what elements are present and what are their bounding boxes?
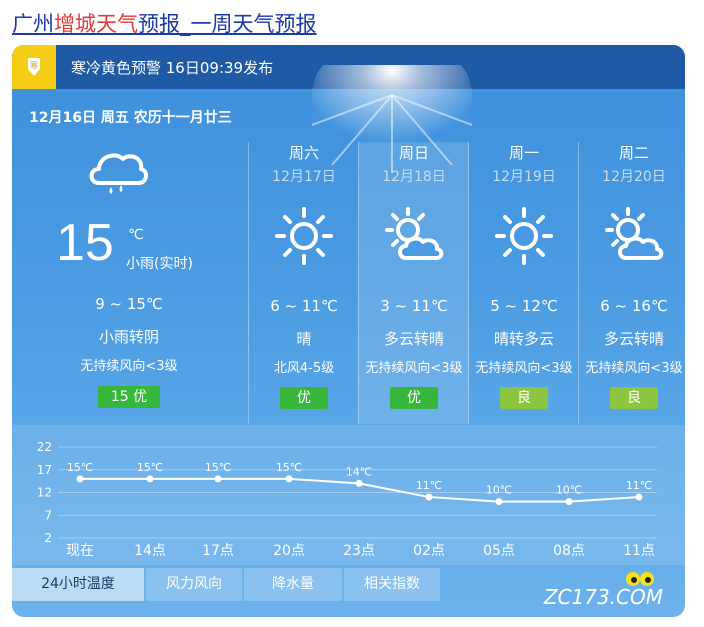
x-tick-label: 17点 [202, 543, 234, 559]
temperature-point [635, 493, 643, 501]
day-weather: 多云转晴 [383, 330, 444, 348]
temperature-data-label: 15℃ [276, 461, 302, 474]
title-district: 增城天气 [54, 12, 138, 36]
forecast-day[interactable]: 周日 12月18日 3 ~ 11℃ 多云转晴 无持续风向<3级 优 [358, 142, 469, 424]
day-wind: 无持续风向<3级 [365, 361, 463, 376]
x-tick-label: 11点 [623, 543, 655, 559]
temperature-point [214, 475, 222, 483]
day-temp-range: 6 ~ 16℃ [600, 297, 668, 315]
day-aqi-badge[interactable]: 优 [390, 387, 438, 409]
day-name: 周二 [618, 144, 649, 162]
temperature-data-label: 14℃ [346, 465, 372, 478]
hourly-temperature-chart: 22 17 12 7 2 15℃ 现在 15℃ 14点 15℃ 17点 15℃ 20点 14℃ 23点 11℃… [12, 425, 685, 565]
day-aqi-badge[interactable]: 良 [610, 387, 658, 409]
day-date: 12月18日 [382, 169, 446, 185]
partly-cloudy-icon [385, 207, 444, 260]
day-wind: 北风4-5级 [273, 361, 335, 376]
y-tick-label: 17 [37, 463, 52, 477]
partly-cloudy-icon [605, 207, 664, 260]
day-wind: 无持续风向<3级 [475, 361, 573, 376]
y-tick-label: 2 [44, 531, 52, 545]
tab-precipitation[interactable]: 降水量 [244, 568, 342, 601]
x-tick-label: 02点 [413, 543, 445, 559]
page-title[interactable]: 广州增城天气预报_一周天气预报 [12, 8, 317, 38]
title-suffix: 预报_一周天气预报 [138, 12, 317, 36]
day-name: 周六 [288, 144, 319, 162]
day-wind: 无持续风向<3级 [585, 361, 683, 376]
temperature-point [425, 493, 433, 501]
temperature-point [285, 475, 293, 483]
x-tick-label: 20点 [273, 543, 305, 559]
day-temp-range: 5 ~ 12℃ [490, 297, 558, 315]
y-tick-label: 22 [37, 440, 52, 454]
temperature-data-label: 11℃ [626, 479, 652, 492]
svg-text:寒: 寒 [30, 60, 38, 70]
day-name: 周日 [398, 144, 429, 162]
temperature-chart-svg: 22 17 12 7 2 15℃ 现在 15℃ 14点 15℃ 17点 15℃ 20点 14℃ 23点 11℃… [12, 425, 685, 565]
day-date: 12月20日 [602, 169, 666, 185]
today-wind: 无持续风向<3级 [80, 359, 178, 374]
x-tick-label: 05点 [483, 543, 515, 559]
today-date: 12月16日 周五 农历十一月廿三 [29, 110, 232, 126]
temperature-point [565, 498, 573, 506]
x-tick-label: 23点 [343, 543, 375, 559]
day-aqi-badge[interactable]: 优 [280, 387, 328, 409]
x-tick-label: 14点 [134, 543, 166, 559]
temperature-point [76, 475, 84, 483]
day-weather: 晴转多云 [493, 330, 554, 348]
temperature-data-label: 11℃ [416, 479, 442, 492]
title-city: 广州 [12, 12, 54, 36]
light-rain-icon [89, 153, 148, 194]
temperature-data-label: 15℃ [67, 461, 93, 474]
day-date: 12月17日 [272, 169, 336, 185]
current-condition: 小雨(实时) [126, 256, 193, 272]
day-weather: 晴 [296, 330, 312, 348]
sunny-icon [495, 207, 553, 265]
day-date: 12月19日 [492, 169, 556, 185]
today-weather: 小雨转阴 [98, 328, 159, 346]
day-weather: 多云转晴 [603, 330, 664, 348]
day-temp-range: 3 ~ 11℃ [380, 297, 448, 315]
temperature-point [355, 479, 363, 487]
temperature-data-label: 10℃ [556, 484, 582, 497]
weather-card: 寒 寒冷黄色预警 16日09:39发布 12月16日 周五 农历十一月廿三 15… [12, 45, 685, 617]
temperature-data-label: 15℃ [205, 461, 231, 474]
tab-indices[interactable]: 相关指数 [344, 568, 440, 601]
cold-warning-icon: 寒 [12, 45, 56, 89]
x-tick-label: 08点 [553, 543, 585, 559]
day-name: 周一 [508, 144, 539, 162]
temperature-data-label: 15℃ [137, 461, 163, 474]
temperature-data-label: 10℃ [486, 484, 512, 497]
y-tick-label: 12 [37, 486, 52, 500]
current-temperature: 15 [56, 214, 114, 272]
alert-bar[interactable]: 寒 寒冷黄色预警 16日09:39发布 [12, 45, 685, 89]
tab-wind[interactable]: 风力风向 [146, 568, 242, 601]
forecast-day[interactable]: 周一 12月19日 5 ~ 12℃ 晴转多云 无持续风向<3级 良 [468, 142, 579, 424]
tab-24h-temperature[interactable]: 24小时温度 [12, 568, 144, 601]
temperature-unit: ℃ [128, 227, 144, 243]
y-tick-label: 7 [44, 508, 52, 522]
sunny-icon [275, 207, 333, 265]
today-aqi-badge[interactable]: 15 优 [98, 386, 160, 408]
watermark-logo: ZC173.COM [543, 585, 663, 609]
x-tick-label: 现在 [66, 543, 94, 559]
alert-text: 寒冷黄色预警 16日09:39发布 [71, 59, 274, 77]
forecast-day[interactable]: 周六 12月17日 6 ~ 11℃ 晴 北风4-5级 优 [248, 142, 359, 424]
temperature-point [146, 475, 154, 483]
forecast-day[interactable]: 周二 12月20日 6 ~ 16℃ 多云转晴 无持续风向<3级 良 [578, 142, 685, 424]
temperature-point [495, 498, 503, 506]
day-aqi-badge[interactable]: 良 [500, 387, 548, 409]
day-temp-range: 6 ~ 11℃ [270, 297, 338, 315]
today-temp-range: 9 ~ 15℃ [95, 295, 163, 313]
